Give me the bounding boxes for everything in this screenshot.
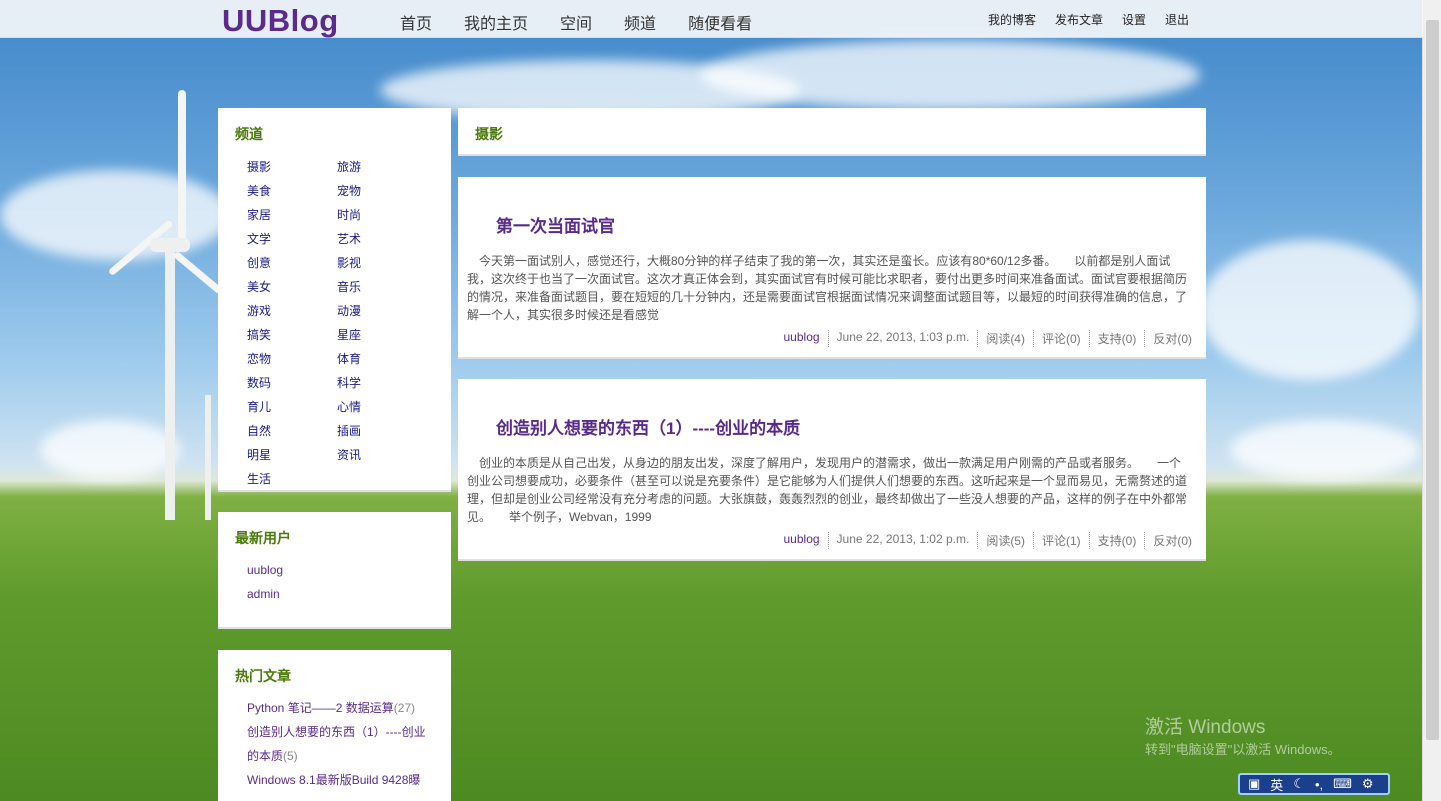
channel-link[interactable]: 自然 xyxy=(247,422,271,439)
post-support-link[interactable]: 支持(0) xyxy=(1090,532,1146,549)
post-date: June 22, 2013, 1:03 p.m. xyxy=(829,330,979,347)
channel-link[interactable]: 影视 xyxy=(337,254,361,271)
channel-link[interactable]: 星座 xyxy=(337,326,361,343)
hot-post-count: (5) xyxy=(283,749,298,763)
hot-post-count: (27) xyxy=(393,701,416,715)
user-link[interactable]: uublog xyxy=(247,558,283,582)
ime-toolbar[interactable]: ▣ 英 ☾ •, ⌨ ⚙ xyxy=(1238,773,1390,795)
post-excerpt: 创业的本质是从自己出发，从身边的朋友出发，深度了解用户，发现用户的潜需求，做出一… xyxy=(467,456,1188,524)
post-author[interactable]: uublog xyxy=(776,532,829,549)
hot-posts-list: Python 笔记——2 数据运算(27) 创造别人想要的东西（1）----创业… xyxy=(247,696,437,792)
watermark-subtitle: 转到"电脑设置"以激活 Windows。 xyxy=(1145,742,1341,757)
site-logo[interactable]: UUBlog xyxy=(222,3,339,39)
channel-link[interactable]: 创意 xyxy=(247,254,271,271)
channel-link[interactable]: 摄影 xyxy=(247,158,271,175)
top-navigation-bar: UUBlog 首页 我的主页 空间 频道 随便看看 我的博客 发布文章 设置 退… xyxy=(0,0,1423,38)
channel-link[interactable]: 家居 xyxy=(247,206,271,223)
scrollbar-thumb[interactable] xyxy=(1426,20,1439,740)
keyboard-icon[interactable]: ⌨ xyxy=(1333,776,1352,792)
hot-post-title[interactable]: Python 笔记——2 数据运算 xyxy=(247,701,394,715)
channel-link[interactable]: 时尚 xyxy=(337,206,361,223)
channel-link[interactable]: 音乐 xyxy=(337,278,361,295)
hot-post-title[interactable]: 创造别人想要的东西（1）----创业的本质 xyxy=(247,725,426,763)
channel-link[interactable]: 恋物 xyxy=(247,350,271,367)
nav-my-homepage[interactable]: 我的主页 xyxy=(464,10,528,34)
post-author[interactable]: uublog xyxy=(776,330,829,347)
channel-link[interactable]: 旅游 xyxy=(337,158,361,175)
nav-channels[interactable]: 频道 xyxy=(624,10,656,34)
post-title[interactable]: 第一次当面试官 xyxy=(496,212,615,237)
new-users-list: uublog admin xyxy=(247,558,283,606)
nav-space[interactable]: 空间 xyxy=(560,10,592,34)
new-users-panel: 最新用户 uublog admin xyxy=(218,512,451,629)
channel-link[interactable]: 动漫 xyxy=(337,302,361,319)
nav-home[interactable]: 首页 xyxy=(400,10,432,34)
channel-link[interactable]: 生活 xyxy=(247,470,271,487)
hot-post-link[interactable]: Python 笔记——2 数据运算(27) xyxy=(247,696,437,720)
post-meta: uublog June 22, 2013, 1:03 p.m. 阅读(4) 评论… xyxy=(776,330,1192,347)
channel-link[interactable]: 艺术 xyxy=(337,230,361,247)
channel-link[interactable]: 明星 xyxy=(247,446,271,463)
page-scrollbar[interactable] xyxy=(1422,0,1441,801)
channel-link[interactable]: 体育 xyxy=(337,350,361,367)
channel-link[interactable]: 美女 xyxy=(247,278,271,295)
post-oppose-link[interactable]: 反对(0) xyxy=(1145,532,1192,549)
user-nav: 我的博客 发布文章 设置 退出 xyxy=(988,11,1208,28)
moon-icon[interactable]: ☾ xyxy=(1293,776,1305,792)
channel-link[interactable]: 心情 xyxy=(337,398,361,415)
hot-posts-panel: 热门文章 Python 笔记——2 数据运算(27) 创造别人想要的东西（1）-… xyxy=(218,650,451,801)
main-nav: 首页 我的主页 空间 频道 随便看看 xyxy=(400,10,784,34)
punctuation-icon[interactable]: •, xyxy=(1315,777,1323,792)
channel-link[interactable]: 数码 xyxy=(247,374,271,391)
watermark-title: 激活 Windows xyxy=(1145,717,1266,738)
nav-browse-random[interactable]: 随便看看 xyxy=(688,10,752,34)
post-title[interactable]: 创造别人想要的东西（1）----创业的本质 xyxy=(496,414,800,439)
activation-watermark: 激活 Windows 转到"电脑设置"以激活 Windows。 xyxy=(1145,712,1341,758)
nav-settings[interactable]: 设置 xyxy=(1122,11,1146,28)
settings-icon[interactable]: ⚙ xyxy=(1362,776,1374,792)
post-excerpt: 今天第一面试别人，感觉还行，大概80分钟的样子结束了我的第一次，其实还是蛮长。应… xyxy=(467,254,1188,322)
post-reads: 阅读(4) xyxy=(978,330,1034,347)
ime-logo-icon[interactable]: ▣ xyxy=(1248,776,1260,792)
post-reads: 阅读(5) xyxy=(978,532,1034,549)
category-header: 摄影 xyxy=(458,108,1206,156)
post-meta: uublog June 22, 2013, 1:02 p.m. 阅读(5) 评论… xyxy=(776,532,1192,549)
user-link[interactable]: admin xyxy=(247,582,283,606)
channel-link[interactable]: 资讯 xyxy=(337,446,361,463)
channels-title: 频道 xyxy=(235,126,263,142)
post-oppose-link[interactable]: 反对(0) xyxy=(1145,330,1192,347)
post-support-link[interactable]: 支持(0) xyxy=(1090,330,1146,347)
post-card: 第一次当面试官 今天第一面试别人，感觉还行，大概80分钟的样子结束了我的第一次，… xyxy=(458,177,1206,359)
channel-link[interactable]: 插画 xyxy=(337,422,361,439)
new-users-title: 最新用户 xyxy=(235,530,291,546)
hot-post-link[interactable]: 创造别人想要的东西（1）----创业的本质(5) xyxy=(247,720,437,768)
nav-my-blog[interactable]: 我的博客 xyxy=(988,11,1036,28)
hot-posts-title: 热门文章 xyxy=(235,668,291,684)
channel-link[interactable]: 搞笑 xyxy=(247,326,271,343)
post-date: June 22, 2013, 1:02 p.m. xyxy=(829,532,979,549)
ime-mode[interactable]: 英 xyxy=(1270,775,1283,794)
channel-link[interactable]: 游戏 xyxy=(247,302,271,319)
nav-publish-post[interactable]: 发布文章 xyxy=(1055,11,1103,28)
post-comments-link[interactable]: 评论(1) xyxy=(1034,532,1090,549)
channels-panel: 频道 摄影 旅游美食 宠物家居 时尚文学 艺术创意 影视美女 音乐游戏 动漫搞笑 星座恋物 体育数… xyxy=(218,108,451,492)
nav-logout[interactable]: 退出 xyxy=(1165,11,1189,28)
channel-link[interactable]: 科学 xyxy=(337,374,361,391)
channel-link[interactable]: 美食 xyxy=(247,182,271,199)
hot-post-link[interactable]: Windows 8.1最新版Build 9428曝 xyxy=(247,768,437,792)
category-title: 摄影 xyxy=(475,126,503,142)
channel-link[interactable]: 育儿 xyxy=(247,398,271,415)
hot-post-title[interactable]: Windows 8.1最新版Build 9428曝 xyxy=(247,773,420,787)
channel-link[interactable]: 文学 xyxy=(247,230,271,247)
post-comments-link[interactable]: 评论(0) xyxy=(1034,330,1090,347)
channel-link[interactable]: 宠物 xyxy=(337,182,361,199)
wind-turbine xyxy=(165,250,175,520)
post-card: 创造别人想要的东西（1）----创业的本质 创业的本质是从自己出发，从身边的朋友… xyxy=(458,379,1206,561)
